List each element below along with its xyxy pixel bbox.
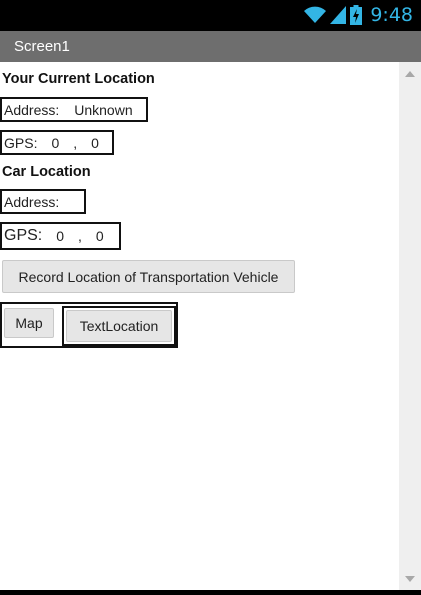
current-gps-label: GPS: [4,134,38,151]
car-address-box: Address: [0,189,86,214]
current-address-value: Unknown [74,101,133,118]
car-gps-separator: , [78,228,82,244]
buttons-row: Map TextLocation [0,302,178,348]
car-location-heading: Car Location [2,164,91,180]
battery-charging-icon [350,5,363,25]
vertical-scrollbar[interactable] [399,62,421,590]
title-bar: Screen1 [0,31,421,62]
screen-content[interactable]: Your Current Location Address: Unknown G… [0,62,421,590]
current-gps-lat: 0 [51,134,60,151]
signal-icon [330,6,347,24]
wifi-icon [304,6,327,23]
text-location-frame: TextLocation [62,306,176,346]
car-gps-label: GPS: [4,227,43,244]
car-gps-lat: 0 [56,228,65,244]
status-icons: 9:48 [304,3,413,27]
car-gps-lon: 0 [95,228,104,244]
bottom-bar [0,590,421,595]
current-location-heading: Your Current Location [2,71,155,87]
current-gps-box: GPS: 0 , 0 [0,130,114,155]
car-address-label: Address: [4,193,60,210]
map-button[interactable]: Map [4,308,54,338]
record-location-button[interactable]: Record Location of Transportation Vehicl… [2,260,295,293]
current-gps-lon: 0 [91,134,99,151]
scroll-up-arrow-icon[interactable] [405,71,415,77]
current-gps-separator: , [73,134,78,151]
current-address-box: Address: Unknown [0,97,148,122]
screen-title: Screen1 [14,38,70,55]
car-gps-box: GPS: 0 , 0 [0,222,121,250]
status-bar: 9:48 [0,0,421,31]
status-time: 9:48 [370,4,413,26]
scroll-down-arrow-icon[interactable] [405,576,415,582]
text-location-button[interactable]: TextLocation [66,310,172,342]
current-address-label: Address: [4,101,60,118]
